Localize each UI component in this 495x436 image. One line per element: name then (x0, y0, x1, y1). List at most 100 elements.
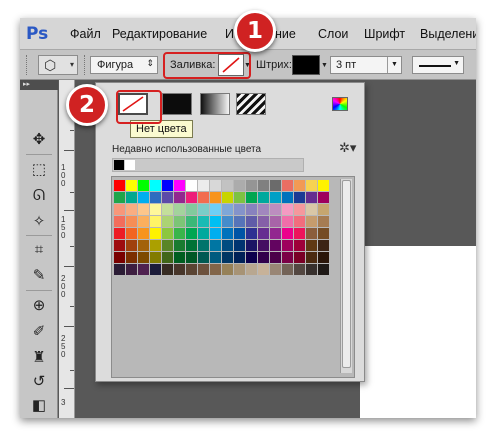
color-swatch[interactable] (234, 192, 245, 203)
menu-file[interactable]: Файл (70, 27, 101, 41)
color-swatch[interactable] (114, 180, 125, 191)
brush-icon[interactable]: ✐ (27, 320, 51, 342)
color-swatch[interactable] (126, 240, 137, 251)
eraser-icon[interactable]: ◧ (27, 394, 51, 416)
color-swatch[interactable] (246, 264, 257, 275)
color-swatch[interactable] (306, 204, 317, 215)
color-swatch[interactable] (150, 228, 161, 239)
color-swatch[interactable] (306, 192, 317, 203)
color-swatch[interactable] (234, 228, 245, 239)
menu-image-partial[interactable]: И (225, 27, 234, 41)
color-swatch[interactable] (234, 252, 245, 263)
color-swatch[interactable] (174, 264, 185, 275)
color-swatch[interactable] (174, 228, 185, 239)
color-swatch[interactable] (210, 216, 221, 227)
stroke-type-select[interactable]: ▼ (412, 56, 464, 74)
eyedropper-icon[interactable]: ✎ (27, 264, 51, 286)
color-swatch[interactable] (186, 228, 197, 239)
color-swatch[interactable] (258, 180, 269, 191)
color-swatch[interactable] (294, 204, 305, 215)
color-swatch[interactable] (138, 192, 149, 203)
color-swatch[interactable] (222, 240, 233, 251)
color-swatch[interactable] (318, 192, 329, 203)
color-swatch[interactable] (282, 204, 293, 215)
color-swatch[interactable] (198, 252, 209, 263)
gear-icon[interactable]: ✲▾ (339, 140, 356, 156)
color-swatch[interactable] (258, 192, 269, 203)
color-swatch[interactable] (294, 228, 305, 239)
color-swatch[interactable] (186, 204, 197, 215)
color-swatch[interactable] (246, 192, 257, 203)
color-swatch[interactable] (150, 252, 161, 263)
color-swatch[interactable] (246, 240, 257, 251)
color-swatch[interactable] (270, 180, 281, 191)
menu-type[interactable]: Шрифт (364, 27, 405, 41)
color-swatch[interactable] (294, 180, 305, 191)
history-brush-icon[interactable]: ↺ (27, 370, 51, 392)
move-icon[interactable]: ✥ (27, 128, 51, 150)
tool-mode-select[interactable]: Фигура ⇕ (90, 56, 158, 74)
color-swatch[interactable] (186, 240, 197, 251)
color-swatch[interactable] (174, 252, 185, 263)
document-canvas[interactable] (360, 246, 476, 418)
color-swatch[interactable] (258, 252, 269, 263)
color-swatch[interactable] (270, 216, 281, 227)
color-swatch[interactable] (126, 228, 137, 239)
menu-layer-partial[interactable]: ние (275, 27, 296, 41)
color-swatch[interactable] (282, 240, 293, 251)
color-swatch[interactable] (198, 180, 209, 191)
color-swatch[interactable] (210, 264, 221, 275)
color-swatch[interactable] (174, 216, 185, 227)
color-swatch[interactable] (306, 252, 317, 263)
tools-panel-header[interactable]: ▸▸ (20, 80, 58, 90)
color-swatch[interactable] (234, 216, 245, 227)
color-swatch[interactable] (138, 180, 149, 191)
color-swatch[interactable] (114, 228, 125, 239)
color-swatch[interactable] (162, 216, 173, 227)
tool-preset-picker[interactable]: ⬡ ▾ (38, 55, 78, 75)
recent-color-swatch[interactable] (114, 160, 124, 170)
color-swatch[interactable] (186, 180, 197, 191)
stamp-icon[interactable]: ♜ (27, 346, 51, 368)
color-swatch[interactable] (318, 240, 329, 251)
color-swatch[interactable] (114, 204, 125, 215)
color-swatch[interactable] (222, 180, 233, 191)
color-swatch[interactable] (258, 228, 269, 239)
crop-icon[interactable]: ⌗ (27, 238, 51, 260)
color-swatch[interactable] (186, 252, 197, 263)
color-swatch[interactable] (126, 180, 137, 191)
color-swatch[interactable] (198, 192, 209, 203)
color-swatch[interactable] (234, 264, 245, 275)
color-swatch[interactable] (210, 204, 221, 215)
color-swatch[interactable] (210, 252, 221, 263)
color-swatch[interactable] (222, 192, 233, 203)
color-swatch[interactable] (138, 204, 149, 215)
scrollbar-thumb[interactable] (342, 180, 351, 368)
color-swatch[interactable] (210, 228, 221, 239)
color-swatch[interactable] (294, 264, 305, 275)
color-swatch[interactable] (246, 216, 257, 227)
color-swatch[interactable] (198, 216, 209, 227)
color-swatch[interactable] (198, 264, 209, 275)
color-swatch[interactable] (222, 216, 233, 227)
color-swatch[interactable] (114, 192, 125, 203)
magic-wand-icon[interactable]: ✧ (27, 210, 51, 232)
healing-icon[interactable]: ⊕ (27, 294, 51, 316)
color-swatch[interactable] (198, 228, 209, 239)
color-swatch[interactable] (222, 228, 233, 239)
color-swatch[interactable] (162, 252, 173, 263)
color-swatch[interactable] (318, 204, 329, 215)
color-swatch[interactable] (282, 264, 293, 275)
marquee-icon[interactable]: ⬚ (27, 158, 51, 180)
color-swatch[interactable] (270, 192, 281, 203)
color-picker-icon[interactable] (332, 97, 348, 111)
color-swatch[interactable] (114, 264, 125, 275)
color-swatch[interactable] (318, 216, 329, 227)
color-swatch[interactable] (282, 252, 293, 263)
color-swatch[interactable] (294, 192, 305, 203)
color-swatch[interactable] (222, 264, 233, 275)
color-swatch[interactable] (306, 216, 317, 227)
color-swatch[interactable] (210, 240, 221, 251)
color-swatch[interactable] (306, 240, 317, 251)
color-swatch[interactable] (270, 240, 281, 251)
